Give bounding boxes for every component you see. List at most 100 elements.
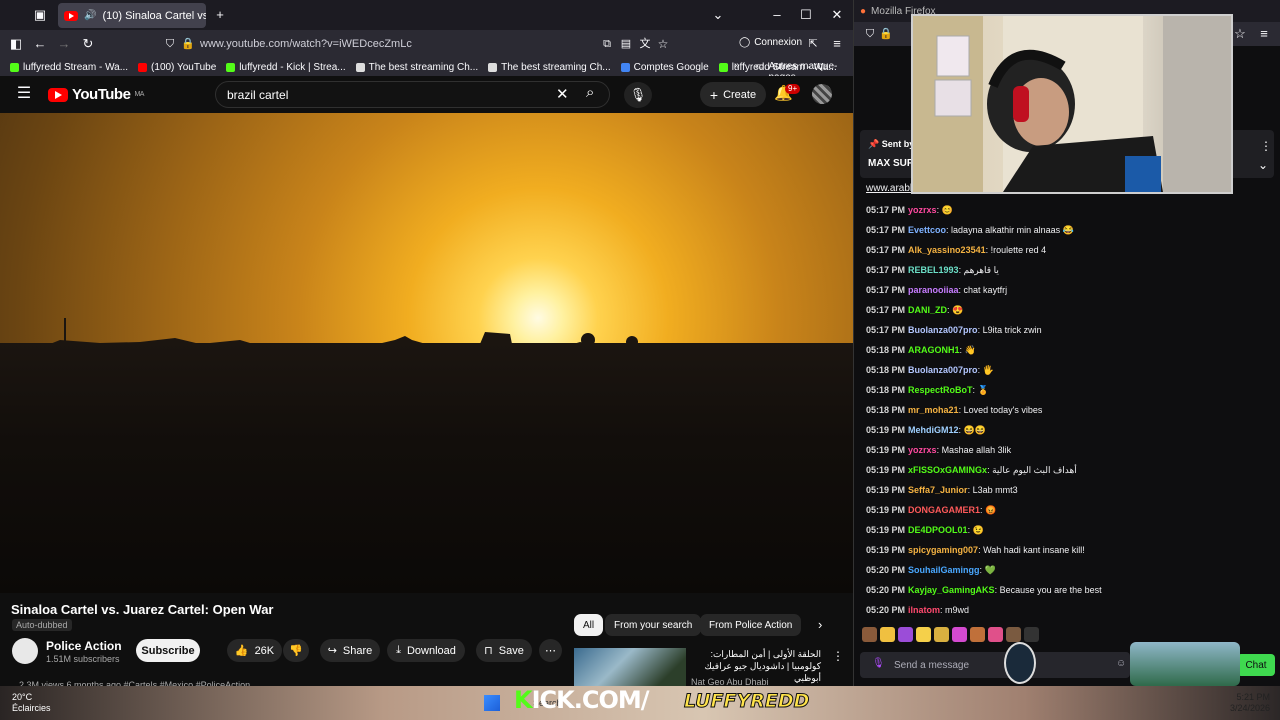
dislike-button[interactable]: 👎 [283,639,309,662]
maximize-icon[interactable]: ☐ [796,5,816,25]
search-input[interactable]: brazil cartel ✕ ⌕ [215,81,610,108]
tab-overflow-icon[interactable]: ⌄ [708,5,728,25]
extensions-icon[interactable]: ⇱ [803,34,823,54]
message-username[interactable]: Evettcoo [908,225,946,235]
minimize-icon[interactable]: – [767,5,787,25]
message-username[interactable]: RespectRoBoT [908,385,973,395]
chip-from-search[interactable]: From your search [605,614,702,636]
lock-icon[interactable]: 🔒 [876,24,896,44]
video-player[interactable] [0,113,853,593]
menu-icon[interactable]: ≡ [1254,24,1274,44]
reader-icon[interactable]: ▤ [616,34,636,54]
channel-name[interactable]: Police Action [46,639,122,653]
emote-icon[interactable] [1006,627,1021,642]
message-username[interactable]: DANI_ZD [908,305,947,315]
tab-active[interactable]: 🔊 (10) Sinaloa Cartel vs. Juarez ✕ [58,3,206,28]
message-time: 05:19 PM [866,425,906,435]
save-button[interactable]: ⊓ Save [476,639,532,662]
emote-icon[interactable] [862,627,877,642]
bookmark-item[interactable]: The best streaming Ch... [355,61,479,73]
message-username[interactable]: mr_moha21 [908,405,959,415]
message-username[interactable]: yozrxs [908,205,937,215]
bookmarks-overflow-icon[interactable]: » [734,60,740,71]
message-username[interactable]: ARAGONH1 [908,345,960,355]
message-username[interactable]: Seffa7_Junior [908,485,968,495]
message-username[interactable]: REBEL1993 [908,265,959,275]
speaker-icon[interactable]: 🔊 [84,10,96,21]
message-username[interactable]: Buolanza007pro [908,325,978,335]
new-tab-icon[interactable]: + [210,5,230,25]
emote-icon[interactable] [898,627,913,642]
emote-icon[interactable] [880,627,895,642]
chat-input[interactable]: 🎙 Send a message ☺ [860,652,1130,678]
message-username[interactable]: Kayjay_GamingAKS [908,585,995,595]
lock-icon[interactable]: 🔒 [178,34,198,54]
menu-icon[interactable]: ≡ [827,34,847,54]
share-button[interactable]: ↪ Share [320,639,380,662]
bookmark-label: The best streaming Ch... [368,61,479,73]
bookmark-star-icon[interactable]: ☆ [1230,24,1250,44]
more-actions-button[interactable]: ⋯ [539,639,562,662]
bookmark-favicon-icon [10,62,19,72]
recommended-thumbnail[interactable] [574,648,686,688]
chip-from-channel[interactable]: From Police Action [700,614,802,636]
bookmark-item[interactable]: Comptes Google [620,62,709,73]
emoji-icon[interactable]: ☺ [1116,658,1126,669]
microphone-icon[interactable]: 🎙 [624,82,652,108]
emote-icon[interactable] [1024,627,1039,642]
message-username[interactable]: DONGAGAMER1 [908,505,980,515]
chat-link[interactable]: www.arabk [866,183,915,194]
bookmark-item[interactable]: luffyredd - Kick | Strea... [226,62,346,73]
emote-icon[interactable] [988,627,1003,642]
forward-icon[interactable]: → [54,34,74,54]
message-username[interactable]: ilnatom [908,605,940,615]
bookmark-item[interactable]: The best streaming Ch... [488,62,611,73]
message-username[interactable]: yozrxs [908,445,937,455]
chip-all[interactable]: All [574,614,604,636]
download-button[interactable]: ⤓ Download [387,639,465,662]
translate-icon[interactable]: 文 [635,34,655,54]
emote-icon[interactable] [952,627,967,642]
create-button[interactable]: + Create [700,82,766,107]
pinned-more-icon[interactable]: ⋮ [1260,139,1272,153]
tab-list-icon[interactable]: ▣ [30,5,50,25]
hamburger-menu-icon[interactable]: ☰ [14,84,34,104]
login-button[interactable]: ◯ Connexion [739,37,802,48]
sidebar-icon[interactable]: ◧ [6,34,26,54]
system-clock[interactable]: 5:21 PM 3/24/2026 [1228,692,1270,714]
message-username[interactable]: spicygaming007 [908,545,978,555]
bookmark-item[interactable]: luffyredd Stream - Wa... [10,62,128,73]
bookmark-star-icon[interactable]: ☆ [653,34,673,54]
message-username[interactable]: MehdiGM12 [908,425,959,435]
chevron-down-icon[interactable]: ⌄ [1258,158,1268,172]
message-time: 05:20 PM [866,565,906,575]
emote-icon[interactable] [970,627,985,642]
windows-start-icon[interactable] [484,695,500,711]
message-username[interactable]: Alk_yassino23541 [908,245,986,255]
youtube-logo[interactable]: YouTube MA [48,86,144,103]
message-username[interactable]: SouhailGamingg [908,565,980,575]
back-icon[interactable]: ← [30,34,50,54]
emote-icon[interactable] [916,627,931,642]
subscribe-button[interactable]: Subscribe [136,639,200,662]
message-username[interactable]: xFISSOxGAMINGx [908,465,987,475]
shield-icon[interactable]: ⛉ [160,34,180,54]
reload-icon[interactable]: ↻ [78,34,98,54]
clear-search-icon[interactable]: ✕ [556,85,569,103]
close-window-icon[interactable]: ✕ [827,5,847,25]
chevron-right-icon[interactable]: › [818,617,822,632]
message-username[interactable]: Buolanza007pro [908,365,978,375]
like-button[interactable]: 👍 26K [227,639,282,662]
recommended-more-icon[interactable]: ⋮ [832,649,844,663]
picture-in-picture-icon[interactable]: ⧉ [597,34,617,54]
avatar[interactable] [812,84,832,104]
channel-avatar[interactable] [12,638,38,664]
message-username[interactable]: paranooiiaa [908,285,959,295]
search-icon[interactable]: ⌕ [586,84,594,101]
weather-widget[interactable]: 20°C Éclaircies [12,692,51,714]
chat-send-button[interactable]: Chat [1237,654,1275,676]
microphone-icon[interactable]: 🎙 [872,658,885,669]
message-username[interactable]: DE4DPOOL01 [908,525,968,535]
bookmark-item[interactable]: (100) YouTube [138,62,216,73]
emote-icon[interactable] [934,627,949,642]
